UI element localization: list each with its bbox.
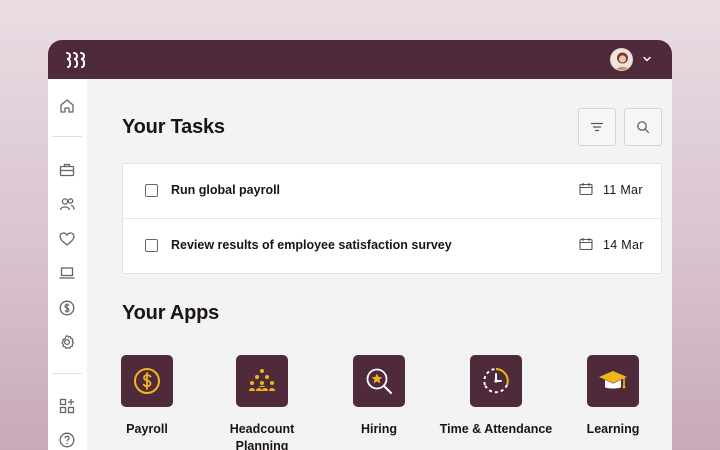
app-label: Payroll	[126, 422, 168, 436]
chevron-down-icon[interactable]	[642, 55, 652, 63]
task-checkbox[interactable]	[145, 184, 158, 197]
apps-title: Your Apps	[122, 302, 220, 324]
laptop-icon[interactable]	[58, 264, 76, 282]
star-magnifier-icon	[366, 368, 392, 394]
task-due-date: 11 Mar	[603, 183, 643, 197]
people-group-icon	[249, 369, 275, 391]
task-due-date: 14 Mar	[603, 238, 644, 252]
dollar-circle-icon[interactable]	[58, 299, 76, 317]
main-content: Your Tasks Run global payroll 11 Mar Rev…	[87, 79, 672, 450]
search-button[interactable]	[624, 108, 662, 146]
help-icon[interactable]	[58, 431, 76, 449]
calendar-icon	[579, 183, 593, 196]
app-window: Your Tasks Run global payroll 11 Mar Rev…	[48, 40, 672, 450]
add-apps-icon[interactable]	[58, 397, 76, 415]
sidebar-divider	[52, 136, 82, 137]
dollar-coin-icon	[134, 368, 160, 394]
filter-button[interactable]	[578, 108, 616, 146]
app-tile[interactable]	[236, 355, 288, 407]
briefcase-icon[interactable]	[58, 161, 76, 179]
app-tile[interactable]	[353, 355, 405, 407]
app-label: Hiring	[360, 422, 398, 436]
calendar-icon	[579, 238, 593, 251]
tasks-title: Your Tasks	[122, 116, 225, 138]
task-row: Review results of employee satisfaction …	[123, 218, 661, 273]
app-tile[interactable]	[470, 355, 522, 407]
search-icon	[637, 121, 650, 134]
graduation-cap-icon	[599, 371, 627, 389]
clock-icon	[483, 368, 509, 394]
sidebar	[48, 79, 87, 450]
filter-icon	[590, 122, 604, 132]
app-label: Headcount Planning	[229, 422, 295, 450]
top-bar	[48, 40, 672, 79]
brand-logo-icon[interactable]	[65, 51, 87, 69]
app-label: Learning	[586, 422, 640, 436]
task-row: Run global payroll 11 Mar	[123, 164, 661, 219]
task-list: Run global payroll 11 Mar Review results…	[122, 163, 662, 274]
heart-icon[interactable]	[58, 230, 76, 248]
home-icon[interactable]	[58, 97, 76, 115]
app-label: Time & Attendance	[439, 422, 553, 436]
app-tile[interactable]	[587, 355, 639, 407]
task-checkbox[interactable]	[145, 239, 158, 252]
gear-icon[interactable]	[58, 333, 76, 351]
sidebar-divider	[52, 373, 82, 374]
task-label[interactable]: Run global payroll	[171, 183, 280, 197]
task-label[interactable]: Review results of employee satisfaction …	[171, 238, 452, 252]
user-avatar[interactable]	[610, 48, 633, 71]
people-icon[interactable]	[58, 195, 76, 213]
app-tile[interactable]	[121, 355, 173, 407]
